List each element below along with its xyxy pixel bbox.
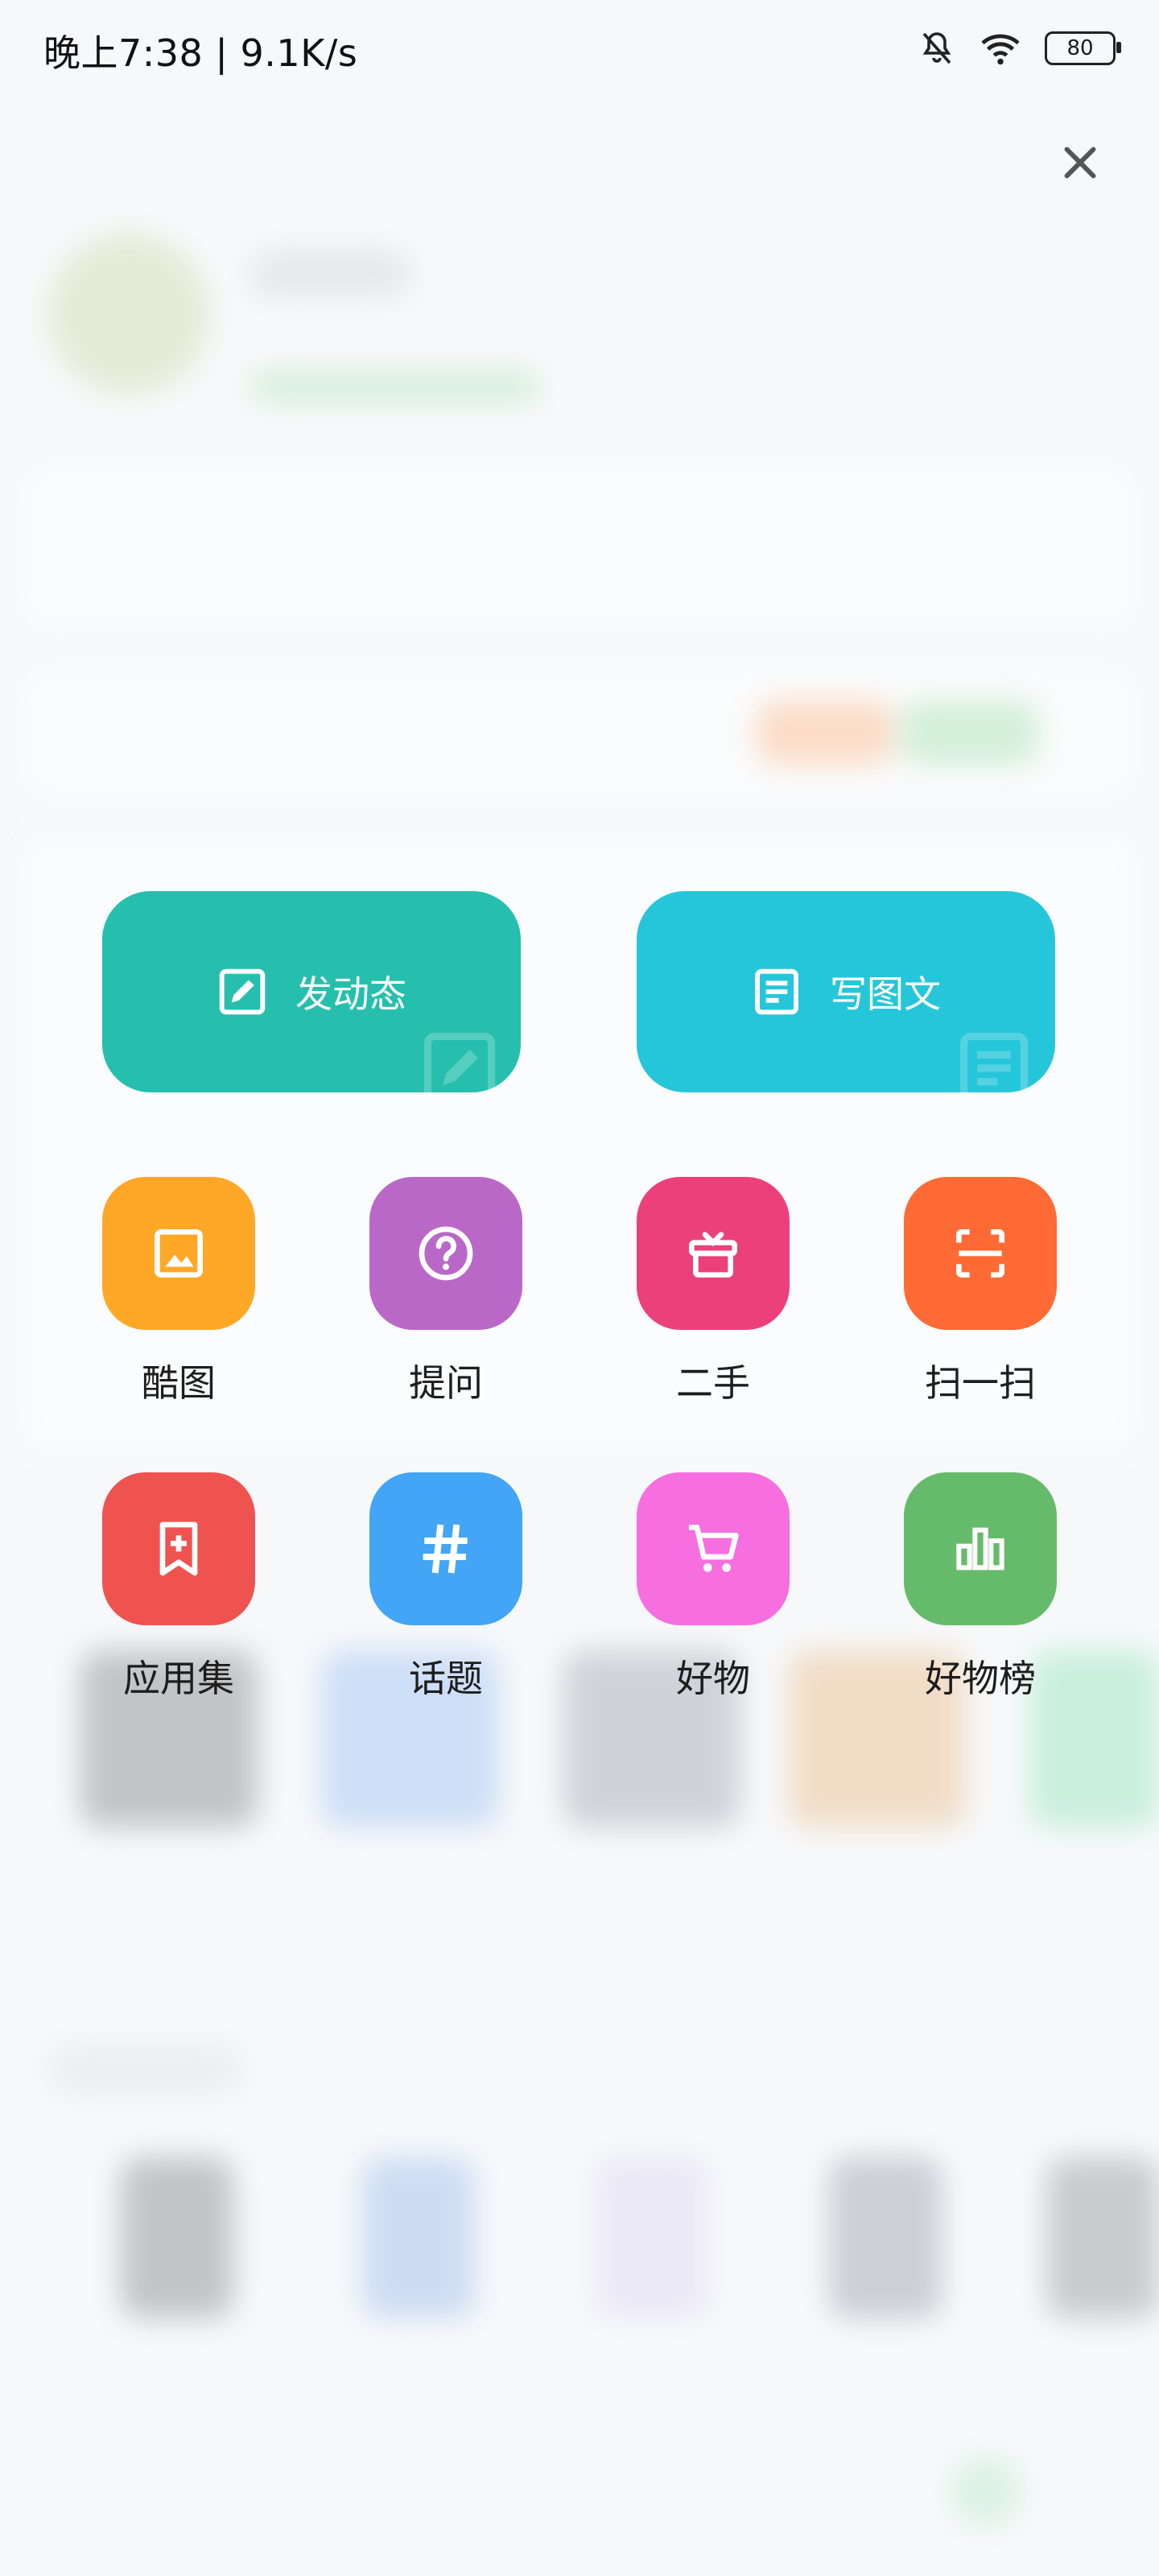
- close-button[interactable]: [1046, 129, 1114, 196]
- edit-icon: [219, 968, 266, 1015]
- scan-label: 扫一扫: [925, 1361, 1036, 1405]
- ask-question-label: 提问: [409, 1361, 483, 1405]
- cool-image-label: 酷图: [142, 1361, 216, 1405]
- second-hand-label: 二手: [676, 1361, 750, 1405]
- edit-watermark-icon: [423, 1032, 496, 1092]
- image-icon: [155, 1229, 203, 1278]
- document-watermark-icon: [959, 1032, 1029, 1092]
- post-status-button[interactable]: 发动态: [102, 891, 521, 1092]
- bar-chart-icon: [956, 1527, 1004, 1571]
- status-icons: 80: [918, 29, 1121, 68]
- cart-icon: [689, 1525, 739, 1572]
- document-icon: [755, 968, 798, 1015]
- status-time: 晚上7:38 | 9.1K/s: [43, 31, 358, 75]
- write-article-label: 写图文: [830, 972, 941, 1016]
- bell-muted-icon: [922, 32, 951, 64]
- scan-icon: [956, 1229, 1004, 1278]
- app-collection-label: 应用集: [123, 1657, 234, 1700]
- topic-label: 话题: [409, 1657, 483, 1700]
- second-hand-button[interactable]: [637, 1177, 790, 1330]
- battery-icon: 80: [1045, 31, 1121, 65]
- close-icon: [1064, 147, 1096, 179]
- good-stuff-ranking-label: 好物榜: [925, 1657, 1036, 1700]
- post-status-label: 发动态: [295, 972, 406, 1016]
- bookmark-plus-icon: [159, 1521, 198, 1576]
- app-collection-button[interactable]: [102, 1472, 255, 1625]
- status-bar: 晚上7:38 | 9.1K/s 80: [0, 0, 1159, 97]
- good-stuff-ranking-button[interactable]: [904, 1472, 1057, 1625]
- good-stuff-button[interactable]: [637, 1472, 790, 1625]
- hashtag-icon: [423, 1524, 468, 1574]
- ask-question-button[interactable]: [369, 1177, 522, 1330]
- write-article-button[interactable]: 写图文: [637, 891, 1055, 1092]
- battery-level: 80: [1066, 36, 1094, 60]
- scan-button[interactable]: [904, 1177, 1057, 1330]
- cool-image-button[interactable]: [102, 1177, 255, 1330]
- question-icon: [419, 1226, 473, 1281]
- wifi-icon: [981, 34, 1020, 65]
- topic-button[interactable]: [369, 1472, 522, 1625]
- gift-box-icon: [689, 1232, 737, 1278]
- good-stuff-label: 好物: [676, 1657, 750, 1700]
